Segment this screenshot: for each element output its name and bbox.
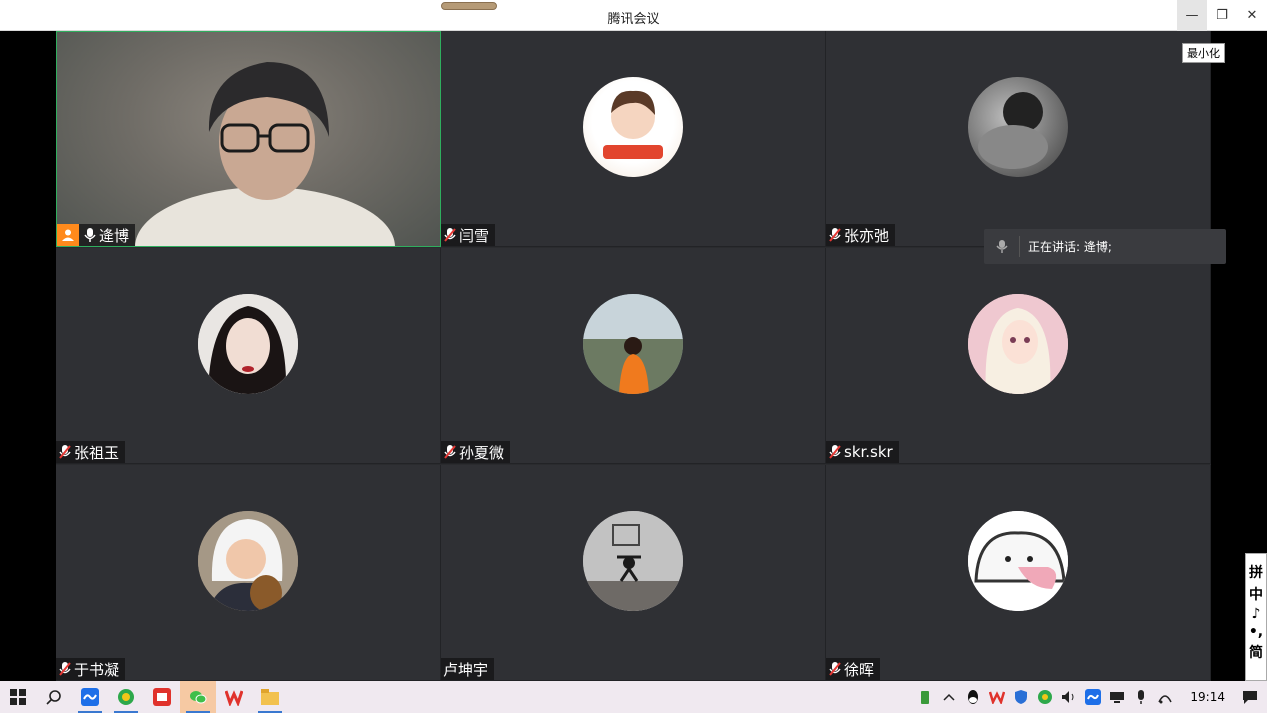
speaking-indicator: 正在讲话: 逄博; — [984, 229, 1226, 264]
participant-name: 张祖玉 — [74, 443, 120, 462]
participant-name: 逄博 — [99, 226, 130, 245]
microphone-muted-icon — [829, 228, 841, 242]
speaking-text: 正在讲话: 逄博; — [1028, 240, 1112, 254]
participant-nametag: 闫雪 — [441, 224, 496, 246]
wps-tray-icon[interactable] — [988, 688, 1006, 706]
avatar — [583, 511, 683, 611]
ime-moon-icon[interactable]: ♪ — [1252, 606, 1261, 622]
ime-pinyin-icon[interactable]: 拼 — [1249, 562, 1263, 582]
avatar — [968, 511, 1068, 611]
ime-punctuation[interactable]: •, — [1249, 624, 1263, 640]
avatar — [968, 294, 1068, 394]
microphone-icon — [84, 228, 96, 242]
participant-name: 于书凝 — [74, 660, 120, 679]
microphone-muted-icon — [59, 445, 71, 459]
shield-icon[interactable] — [1012, 688, 1030, 706]
ime-simplified[interactable]: 简 — [1249, 642, 1263, 662]
participant-tile[interactable]: 张亦弛 — [826, 31, 1211, 247]
search-icon[interactable] — [36, 681, 72, 713]
avatar — [198, 511, 298, 611]
participant-nametag: 于书凝 — [56, 658, 126, 680]
chevron-up-icon[interactable] — [940, 688, 958, 706]
display-icon[interactable] — [1108, 688, 1126, 706]
participant-tile[interactable]: 闫雪 — [441, 31, 826, 247]
qq-icon[interactable] — [964, 688, 982, 706]
ime-toolbar[interactable]: 拼 中 ♪ •, 简 — [1245, 553, 1267, 681]
windows-start-icon[interactable] — [0, 681, 36, 713]
participant-tile[interactable]: 张祖玉 — [56, 248, 441, 464]
title-bar: 腾讯会议 — ❐ ✕ — [0, 0, 1267, 31]
minimize-button[interactable]: — — [1177, 0, 1207, 31]
microphone-muted-icon — [829, 662, 841, 676]
participant-nametag: 卢坤宇 — [441, 658, 495, 680]
avatar — [583, 77, 683, 177]
red-app-icon[interactable] — [144, 681, 180, 713]
microphone-muted-icon — [444, 445, 456, 459]
participant-nametag: 张祖玉 — [56, 441, 126, 463]
360-tray-icon[interactable] — [1036, 688, 1054, 706]
avatar — [583, 294, 683, 394]
participant-tile[interactable]: 卢坤宇 — [441, 465, 826, 681]
participant-name: 徐晖 — [844, 660, 875, 679]
taskbar: 19:14 — [0, 681, 1267, 713]
close-button[interactable]: ✕ — [1237, 0, 1267, 31]
restore-button[interactable]: ❐ — [1207, 0, 1237, 31]
participant-tile[interactable]: 孙夏微 — [441, 248, 826, 464]
participant-name: 卢坤宇 — [443, 660, 489, 679]
participant-nametag: 孙夏微 — [441, 441, 511, 463]
participant-nametag: 张亦弛 — [826, 224, 896, 246]
window-title: 腾讯会议 — [607, 12, 660, 27]
notification-icon[interactable] — [1241, 688, 1259, 706]
ime-chinese-mode[interactable]: 中 — [1249, 584, 1263, 604]
volume-icon[interactable] — [1060, 688, 1078, 706]
360-browser-icon[interactable] — [108, 681, 144, 713]
host-icon — [57, 224, 79, 246]
clock[interactable]: 19:14 — [1180, 690, 1235, 704]
participant-nametag: 徐晖 — [826, 658, 881, 680]
microphone-muted-icon — [59, 662, 71, 676]
microphone-muted-icon — [829, 445, 841, 459]
wechat-icon[interactable] — [180, 681, 216, 713]
tencent-meeting-icon[interactable] — [72, 681, 108, 713]
participant-tile-host[interactable]: 逄博 — [56, 31, 441, 247]
participant-name: 孙夏微 — [459, 443, 505, 462]
minimize-tooltip: 最小化 — [1182, 43, 1225, 63]
avatar — [968, 77, 1068, 177]
person-silhouette — [135, 62, 395, 246]
wps-icon[interactable] — [216, 681, 252, 713]
system-tray: 19:14 — [916, 681, 1267, 713]
participant-nametag: skr.skr — [826, 441, 899, 463]
microphone-tray-icon[interactable] — [1132, 688, 1150, 706]
participant-name: 张亦弛 — [844, 226, 890, 245]
file-explorer-icon[interactable] — [252, 681, 288, 713]
wifi-icon[interactable] — [1156, 688, 1174, 706]
avatar — [198, 294, 298, 394]
webcam-video — [57, 32, 440, 246]
participant-nametag: 逄博 — [57, 224, 136, 246]
participant-name: 闫雪 — [459, 226, 490, 245]
battery-icon[interactable] — [916, 688, 934, 706]
participant-tile[interactable]: 徐晖 — [826, 465, 1211, 681]
microphone-icon — [984, 236, 1020, 257]
video-grid: 逄博 闫雪 张亦弛 张祖玉 孙夏微 skr.skr 于书凝 卢坤宇 徐晖 — [56, 31, 1211, 681]
participant-name: skr.skr — [844, 443, 893, 461]
participant-tile[interactable]: skr.skr — [826, 248, 1211, 464]
tencent-meeting-tray-icon[interactable] — [1084, 688, 1102, 706]
participant-tile[interactable]: 于书凝 — [56, 465, 441, 681]
microphone-muted-icon — [444, 228, 456, 242]
